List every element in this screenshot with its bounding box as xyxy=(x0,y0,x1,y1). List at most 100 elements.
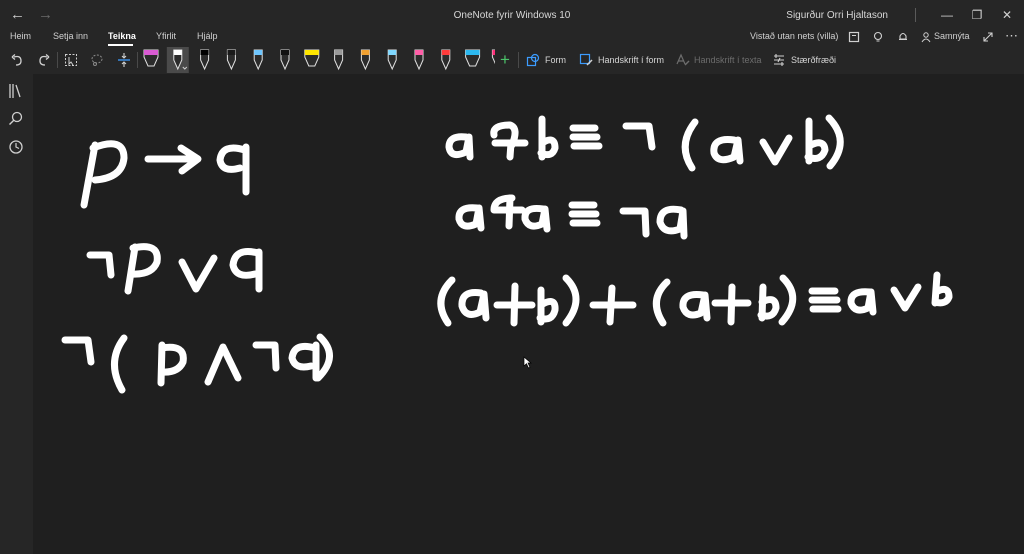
ink-paren-5 xyxy=(562,274,580,327)
ink-a-3 xyxy=(455,204,485,232)
ink-a-1 xyxy=(445,133,474,161)
ink-equiv-1 xyxy=(569,124,603,150)
shapes-button[interactable]: Form xyxy=(545,55,566,65)
pen-cyan-icon[interactable] xyxy=(387,49,397,71)
insert-space-icon[interactable] xyxy=(115,49,133,71)
ink-to-shape-icon[interactable] xyxy=(577,49,595,71)
ink-paren-6 xyxy=(653,278,671,327)
pen-black-2-icon[interactable] xyxy=(226,49,236,71)
ink-paren-close xyxy=(314,333,333,382)
close-button[interactable]: ✕ xyxy=(996,6,1018,24)
minimize-button[interactable]: — xyxy=(936,6,958,24)
toolbar-divider xyxy=(57,52,58,68)
search-icon[interactable] xyxy=(7,110,25,128)
titlebar-divider xyxy=(915,8,916,22)
lightbulb-icon[interactable] xyxy=(872,31,884,43)
handwritten-ink[interactable] xyxy=(33,74,1024,554)
redo-icon[interactable] xyxy=(35,49,53,71)
ink-a-4 xyxy=(521,205,551,233)
ink-paren-3 xyxy=(825,114,844,170)
more-options-icon[interactable]: ⋯ xyxy=(1005,28,1018,44)
ink-q xyxy=(216,143,250,196)
lasso-select-icon[interactable] xyxy=(88,49,106,71)
recent-notes-icon[interactable] xyxy=(7,138,25,156)
restore-button[interactable]: ❐ xyxy=(966,6,988,24)
pen-black-3-icon[interactable] xyxy=(280,49,290,71)
ink-not-2 xyxy=(61,336,95,366)
tab-yfirlit[interactable]: Yfirlit xyxy=(156,31,176,41)
math-button[interactable]: Stærðfræði xyxy=(791,55,836,65)
bell-icon[interactable] xyxy=(897,31,909,43)
ink-to-text-icon xyxy=(673,49,691,71)
highlighter-cyan-icon[interactable] xyxy=(465,49,481,67)
ink-paren-open xyxy=(111,334,128,394)
add-pen-button[interactable]: + xyxy=(496,49,514,71)
ink-a-7 xyxy=(679,291,711,322)
tab-hjalp[interactable]: Hjálp xyxy=(197,31,218,41)
highlighter-yellow-icon[interactable] xyxy=(304,49,320,67)
shapes-icon[interactable] xyxy=(524,49,542,71)
pen-pink-icon[interactable] xyxy=(414,49,424,71)
ink-b-3 xyxy=(536,286,559,326)
highlighter-pink-icon[interactable] xyxy=(143,49,159,67)
ink-a-8 xyxy=(847,288,877,316)
ink-a-2 xyxy=(710,136,744,165)
ink-paren-4 xyxy=(437,276,456,327)
pen-gallery xyxy=(143,47,495,73)
expand-icon[interactable] xyxy=(982,31,994,43)
ink-b-4 xyxy=(757,283,780,322)
ink-b-2 xyxy=(804,117,829,165)
ink-nor-2 xyxy=(490,194,526,230)
tab-teikna[interactable]: Teikna xyxy=(108,31,136,41)
ink-p-bowl xyxy=(89,140,128,184)
ribbon-tabs: Heim Setja inn Teikna Yfirlit Hjálp Vist… xyxy=(0,28,1024,46)
ink-not-4 xyxy=(622,122,656,151)
ink-a-5 xyxy=(656,205,688,240)
tab-heim[interactable]: Heim xyxy=(10,31,31,41)
ink-q-2 xyxy=(229,248,263,293)
ink-to-shape-button[interactable]: Handskrift í form xyxy=(598,55,664,65)
ink-nor-4 xyxy=(589,284,637,326)
notebook-icon[interactable] xyxy=(848,31,860,43)
ink-or-2 xyxy=(759,134,793,166)
ink-not-3 xyxy=(252,341,280,372)
pen-white-selected-icon[interactable] xyxy=(166,47,189,73)
ink-b-1 xyxy=(537,115,559,161)
sync-status[interactable]: Vistað utan nets (villa) xyxy=(750,31,838,41)
highlighter-magenta-icon[interactable] xyxy=(491,49,495,66)
toolbar-divider xyxy=(518,52,519,68)
pen-light-blue-icon[interactable] xyxy=(253,49,263,71)
ink-to-text-button: Handskrift í texta xyxy=(694,55,762,65)
note-canvas[interactable] xyxy=(33,74,1024,554)
mouse-pointer-icon xyxy=(523,356,532,369)
title-bar: ← → OneNote fyrir Windows 10 Sigurður Or… xyxy=(0,0,1024,30)
notebooks-icon[interactable] xyxy=(7,82,25,100)
ink-nor-3 xyxy=(493,282,536,327)
ink-equiv-2 xyxy=(568,201,601,227)
ink-paren-2 xyxy=(681,118,699,172)
ink-paren-7 xyxy=(778,274,797,326)
ink-b-5 xyxy=(931,271,953,307)
draw-toolbar: + Form Handskrift í form Handskrift í te… xyxy=(0,46,1024,74)
pen-red-icon[interactable] xyxy=(441,49,451,71)
pen-black-icon[interactable] xyxy=(200,49,210,71)
pen-galaxy-icon[interactable] xyxy=(334,49,344,71)
ink-p-3 xyxy=(157,341,187,387)
plus-icon: + xyxy=(500,50,510,69)
user-name[interactable]: Sigurður Orri Hjaltason xyxy=(786,10,888,21)
undo-icon[interactable] xyxy=(8,49,26,71)
ink-not-5 xyxy=(619,207,650,238)
ink-and xyxy=(204,343,242,386)
ink-p-stem xyxy=(80,141,99,209)
pen-rainbow-icon[interactable] xyxy=(360,49,370,71)
ink-a-6 xyxy=(458,289,490,322)
share-button[interactable]: Samnýta xyxy=(934,31,970,41)
select-objects-icon[interactable] xyxy=(62,49,80,71)
ink-nor-1 xyxy=(490,121,529,161)
ink-nor-5 xyxy=(711,283,752,326)
tab-setja-inn[interactable]: Setja inn xyxy=(53,31,88,41)
left-nav-strip xyxy=(0,74,33,554)
share-person-icon[interactable] xyxy=(920,31,932,43)
math-icon[interactable] xyxy=(770,49,788,71)
ink-not-1 xyxy=(86,251,115,279)
